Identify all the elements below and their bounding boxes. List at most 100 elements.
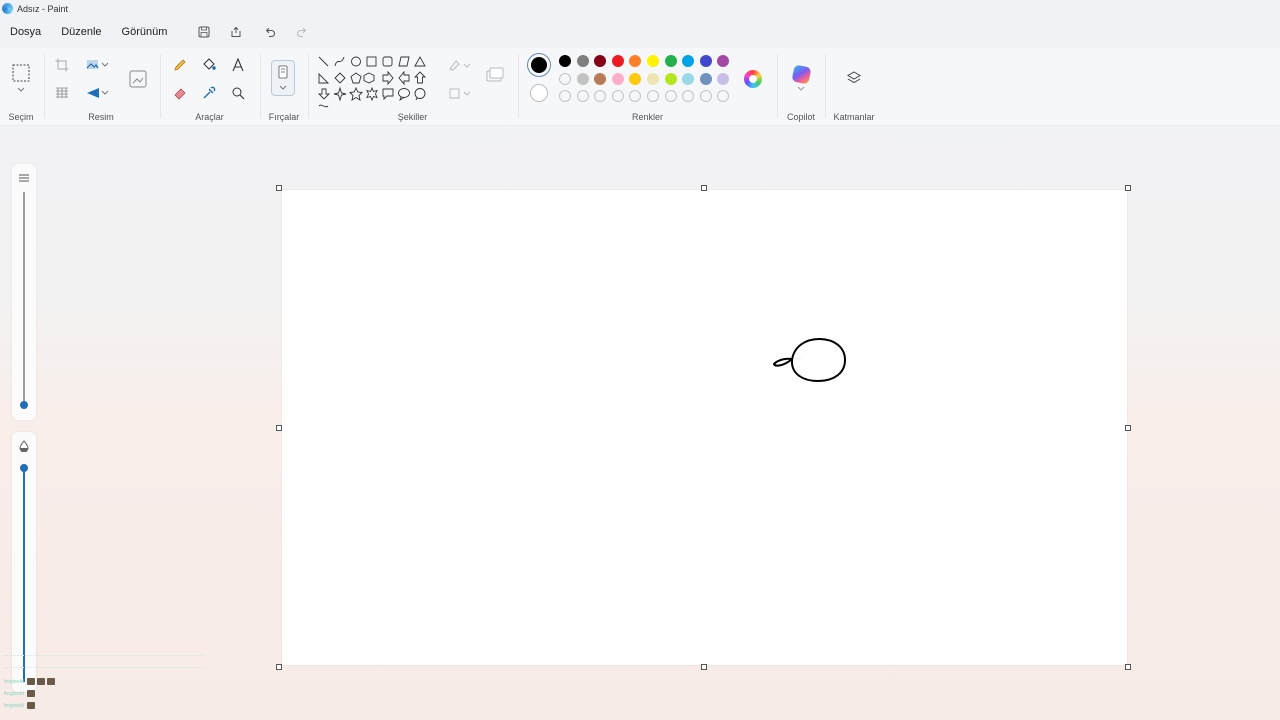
custom-color-slot[interactable] <box>559 90 571 102</box>
shape-outline-button[interactable] <box>448 53 472 77</box>
palette-color-swatch[interactable] <box>576 55 589 67</box>
resize-handle-top-right[interactable] <box>1125 185 1131 191</box>
palette-color-swatch[interactable] <box>594 72 607 85</box>
palette-color-swatch[interactable] <box>611 55 624 67</box>
color-picker-button[interactable] <box>197 81 221 105</box>
menu-file[interactable]: Dosya <box>0 18 51 46</box>
divider <box>44 54 45 118</box>
palette-color-swatch[interactable] <box>647 55 659 67</box>
custom-color-slot[interactable] <box>664 90 677 102</box>
emote-icon <box>26 690 35 697</box>
custom-color-slot[interactable] <box>647 90 659 102</box>
menu-edit[interactable]: Düzenle <box>51 18 111 46</box>
layers-button[interactable] <box>842 66 866 90</box>
group-colors: Renkler <box>520 48 775 126</box>
group-tools: Araçlar <box>162 48 257 126</box>
edit-colors-button[interactable] <box>741 67 765 91</box>
menu-view[interactable]: Görünüm <box>112 18 178 46</box>
eraser-button[interactable] <box>168 81 192 105</box>
palette-color-swatch[interactable] <box>611 72 624 85</box>
image-creator-button[interactable] <box>126 67 150 91</box>
brush-size-slider-panel <box>12 164 36 420</box>
text-button[interactable] <box>226 53 250 77</box>
palette-color-swatch[interactable] <box>559 55 571 67</box>
resize-handle-bottom-left[interactable] <box>276 664 282 670</box>
custom-color-slot[interactable] <box>682 90 695 102</box>
drawing-canvas[interactable] <box>282 190 1127 665</box>
palette-color-swatch[interactable] <box>682 72 695 85</box>
resize-handle-bottom-right[interactable] <box>1125 664 1131 670</box>
palette-color-swatch[interactable] <box>664 55 677 67</box>
copilot-dropdown[interactable] <box>793 84 809 94</box>
resize-handle-bottom[interactable] <box>701 664 707 670</box>
copilot-icon <box>790 63 812 85</box>
crop-button[interactable] <box>50 53 74 77</box>
chat-line-faded <box>4 655 204 659</box>
menu-bar: Dosya Düzenle Görünüm <box>0 18 315 46</box>
chat-line: froglordd <box>4 702 35 709</box>
palette-color-swatch[interactable] <box>699 55 712 67</box>
chat-line: froglordd <box>4 690 35 697</box>
brush-size-thumb[interactable] <box>20 401 28 409</box>
group-shapes: Şekiller <box>310 48 515 126</box>
palette-color-swatch[interactable] <box>699 72 712 85</box>
background-removal-button[interactable] <box>50 81 74 105</box>
primary-color-button[interactable] <box>527 53 551 77</box>
resize-handle-left[interactable] <box>276 425 282 431</box>
divider <box>260 54 261 118</box>
divider <box>160 54 161 118</box>
opacity-slider-panel <box>12 432 36 692</box>
share-button[interactable] <box>223 19 249 45</box>
palette-color-swatch[interactable] <box>576 72 589 85</box>
select-dropdown[interactable] <box>12 84 30 96</box>
palette-color-swatch[interactable] <box>717 55 730 67</box>
resize-handle-top[interactable] <box>701 185 707 191</box>
custom-color-slot[interactable] <box>594 90 607 102</box>
group-image: Resim <box>46 48 156 126</box>
chat-username: froglordd <box>4 678 24 685</box>
custom-color-slot[interactable] <box>559 72 571 85</box>
shape-fill-button[interactable] <box>448 81 472 105</box>
fill-button[interactable] <box>197 53 221 77</box>
copilot-button[interactable] <box>789 62 813 86</box>
title-bar: Adsız - Paint <box>0 0 1280 17</box>
palette-color-swatch[interactable] <box>629 72 642 85</box>
window-title: Adsız - Paint <box>17 3 69 14</box>
palette-color-swatch[interactable] <box>682 55 695 67</box>
undo-button[interactable] <box>257 19 283 45</box>
chevron-down-icon <box>17 87 25 92</box>
select-button[interactable] <box>9 61 33 85</box>
resize-dropdown[interactable] <box>98 53 112 77</box>
chat-line: froglordd <box>4 678 55 685</box>
palette-color-swatch[interactable] <box>594 55 607 67</box>
secondary-color-button[interactable] <box>530 84 548 102</box>
palette-color-swatch[interactable] <box>717 72 730 85</box>
pencil-button[interactable] <box>168 53 192 77</box>
opacity-thumb[interactable] <box>20 464 28 472</box>
resize-handle-top-left[interactable] <box>276 185 282 191</box>
custom-color-slot[interactable] <box>717 90 730 102</box>
shapes-gallery[interactable] <box>316 54 438 112</box>
custom-color-slot[interactable] <box>629 90 642 102</box>
image-creator-icon <box>129 70 147 88</box>
palette-color-swatch[interactable] <box>664 72 677 85</box>
magnifier-icon <box>232 87 245 100</box>
rotate-dropdown[interactable] <box>98 81 112 105</box>
custom-color-slot[interactable] <box>699 90 712 102</box>
redo-button[interactable] <box>289 19 315 45</box>
brush-size-icon <box>18 172 30 186</box>
stickers-button[interactable] <box>483 63 507 87</box>
brushes-button[interactable] <box>271 60 295 96</box>
resize-handle-right[interactable] <box>1125 425 1131 431</box>
opacity-track[interactable] <box>23 466 25 682</box>
palette-color-swatch[interactable] <box>647 72 659 85</box>
save-button[interactable] <box>191 19 217 45</box>
palette-color-swatch[interactable] <box>629 55 642 67</box>
brush-size-track[interactable] <box>23 192 25 404</box>
magnifier-button[interactable] <box>226 81 250 105</box>
chat-line-faded <box>4 667 204 671</box>
paint-bucket-icon <box>203 58 216 70</box>
custom-color-slot[interactable] <box>576 90 589 102</box>
group-label-layers: Katmanlar <box>833 112 875 122</box>
custom-color-slot[interactable] <box>611 90 624 102</box>
